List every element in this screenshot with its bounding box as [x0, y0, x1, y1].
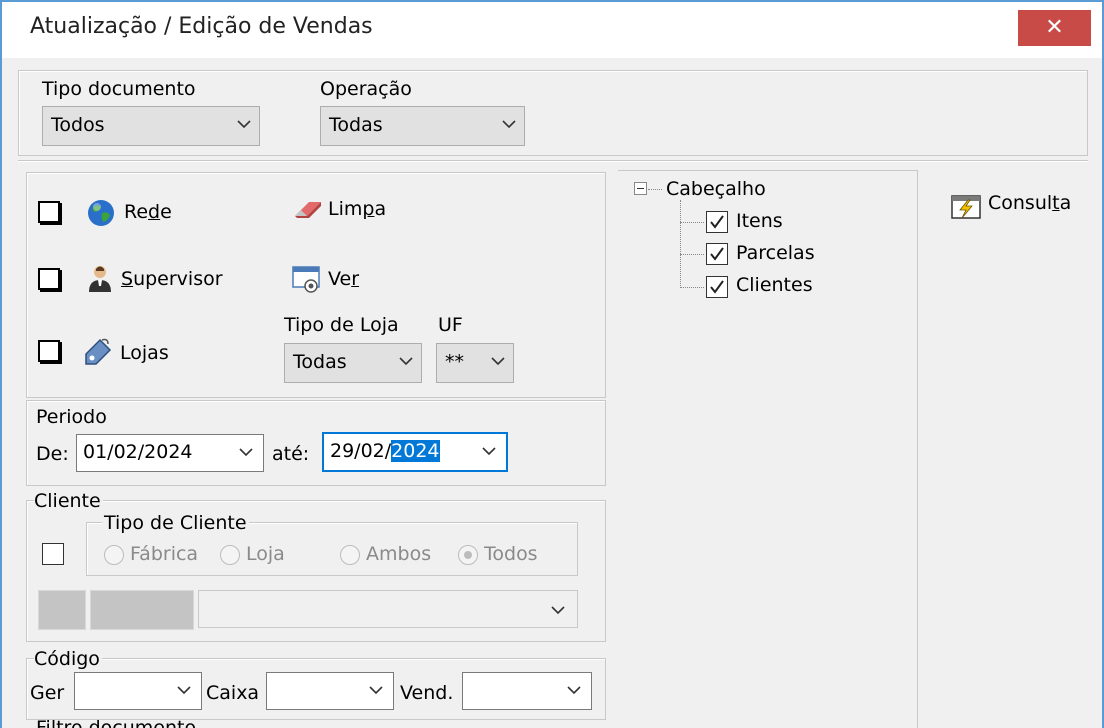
caixa-label: Caixa [206, 682, 260, 704]
tag-icon [85, 338, 112, 365]
tipo-documento-select[interactable]: Todos [42, 106, 260, 146]
lightning-doc-icon [951, 195, 981, 219]
tree-connector [680, 287, 704, 288]
data-final-picker[interactable]: 29/02/2024 [322, 432, 508, 472]
ambos-label: Ambos [366, 543, 432, 565]
cliente-label: Cliente [34, 490, 103, 512]
rede-checkbox[interactable] [38, 201, 60, 223]
chevron-down-icon [491, 357, 505, 366]
eraser-icon [295, 202, 321, 218]
ate-label: até: [272, 443, 310, 465]
window-title: Atualização / Edição de Vendas [30, 14, 373, 39]
tree-connector [680, 222, 704, 223]
vend-label: Vend. [400, 682, 454, 704]
supervisor-checkbox[interactable] [38, 268, 60, 290]
de-label: De: [36, 443, 69, 465]
tree-item-itens[interactable]: Itens [736, 210, 783, 232]
tree-connector [680, 200, 681, 288]
chevron-down-icon [369, 686, 383, 695]
clientes-checkbox[interactable] [706, 276, 728, 298]
radio-selected-dot [464, 551, 472, 559]
consulta-button[interactable]: Consulta [988, 192, 1071, 214]
uf-label: UF [438, 314, 463, 336]
radio-fabrica[interactable] [104, 545, 124, 565]
cliente-checkbox[interactable] [42, 543, 64, 565]
radio-ambos[interactable] [340, 545, 360, 565]
window-border-left [0, 58, 2, 728]
rede-button[interactable]: Rede [124, 201, 172, 223]
ger-label: Ger [30, 682, 65, 704]
cliente-id-field[interactable] [90, 590, 194, 630]
radio-todos[interactable] [458, 545, 478, 565]
caixa-select[interactable] [266, 672, 394, 710]
chevron-down-icon [482, 447, 496, 456]
globe-icon [88, 200, 114, 226]
chevron-down-icon [502, 120, 516, 129]
tree-item-clientes[interactable]: Clientes [736, 274, 813, 296]
tipo-documento-label: Tipo documento [42, 78, 196, 100]
radio-loja[interactable] [220, 545, 240, 565]
codigo-label: Código [34, 648, 102, 670]
tree-connector [680, 254, 704, 255]
ger-select[interactable] [74, 672, 202, 710]
chevron-down-icon [239, 448, 253, 457]
operacao-select[interactable]: Todas [320, 106, 525, 146]
itens-checkbox[interactable] [706, 211, 728, 233]
person-icon [89, 266, 111, 292]
chevron-down-icon [551, 606, 565, 615]
periodo-label: Periodo [36, 406, 107, 428]
close-button[interactable]: ✕ [1018, 10, 1091, 46]
tree-collapse-icon[interactable] [634, 182, 647, 195]
todos-label: Todos [484, 543, 538, 565]
ver-button[interactable]: Ver [328, 268, 359, 290]
checkmark-icon [710, 247, 724, 261]
lojas-checkbox[interactable] [38, 340, 60, 362]
fabrica-label: Fábrica [130, 543, 199, 565]
vend-select[interactable] [462, 672, 592, 710]
chevron-down-icon [567, 686, 581, 695]
tipo-cliente-label: Tipo de Cliente [102, 512, 249, 534]
tree-item-parcelas[interactable]: Parcelas [736, 242, 815, 264]
data-inicial-picker[interactable]: 01/02/2024 [76, 434, 264, 472]
uf-select[interactable]: ** [436, 343, 514, 383]
tipo-loja-label: Tipo de Loja [284, 314, 399, 336]
limpa-button[interactable]: Limpa [328, 198, 386, 220]
tree-connector [648, 189, 662, 190]
tipo-loja-select[interactable]: Todas [284, 343, 422, 383]
loja-label: Loja [246, 543, 285, 565]
separator-highlight [18, 161, 1088, 162]
cliente-name-select[interactable] [198, 590, 578, 628]
tree-root-cabecalho[interactable]: Cabeçalho [666, 178, 766, 200]
view-icon [292, 266, 320, 293]
operacao-label: Operação [320, 78, 412, 100]
chevron-down-icon [237, 120, 251, 129]
checkmark-icon [710, 215, 724, 229]
supervisor-button[interactable]: Supervisor [121, 268, 223, 290]
checkmark-icon [710, 280, 724, 294]
close-icon: ✕ [1045, 15, 1064, 40]
parcelas-checkbox[interactable] [706, 243, 728, 265]
lojas-button[interactable]: Lojas [120, 342, 169, 364]
filtro-documento-label: Filtro documento [36, 717, 197, 728]
chevron-down-icon [399, 357, 413, 366]
chevron-down-icon [177, 686, 191, 695]
cliente-code-field[interactable] [38, 590, 86, 630]
